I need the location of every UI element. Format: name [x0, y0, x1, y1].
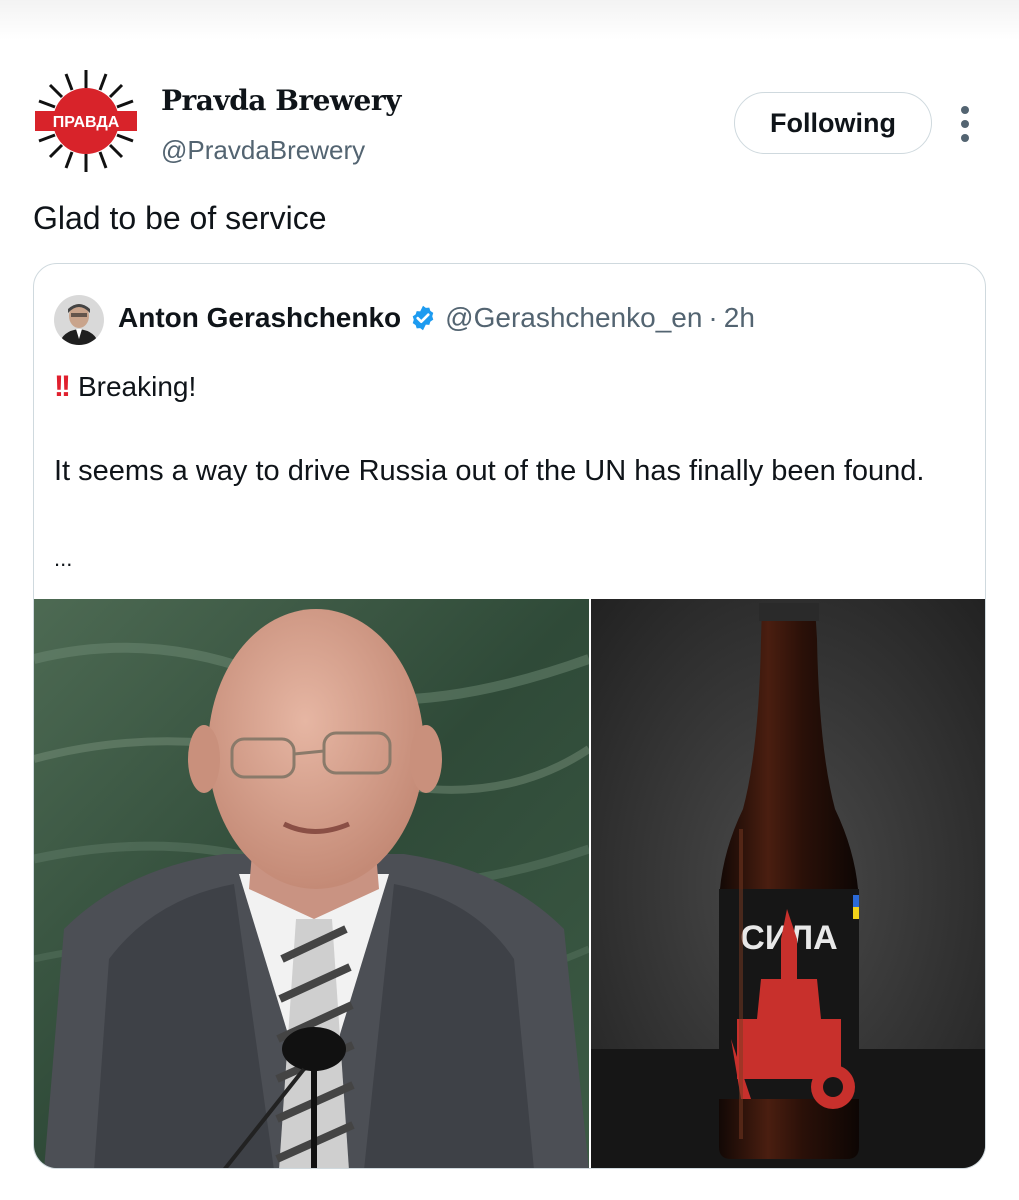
quoted-post-time[interactable]: 2h	[724, 302, 755, 334]
pravda-logo-icon: ПРАВДА	[35, 70, 137, 172]
author-handle[interactable]: @PravdaBrewery	[161, 135, 365, 166]
quoted-post-body: It seems a way to drive Russia out of th…	[54, 455, 925, 487]
quoted-post-first-line: !! Breaking!	[54, 370, 196, 404]
quoted-post-card[interactable]: Anton Gerashchenko @Gerashchenko_en · 2h…	[33, 263, 986, 1169]
quoted-post-header: Anton Gerashchenko @Gerashchenko_en · 2h	[118, 302, 755, 334]
separator-dot: ·	[708, 302, 718, 333]
author-name[interactable]: Pravda Brewery	[161, 84, 401, 117]
verified-badge-icon	[412, 305, 434, 331]
quoted-author-name[interactable]: Anton Gerashchenko	[118, 302, 401, 334]
quoted-post-ellipsis: ...	[54, 546, 73, 571]
author-avatar[interactable]: ПРАВДА	[33, 68, 139, 174]
double-exclamation-icon: !!	[54, 370, 71, 403]
top-fade	[0, 0, 1019, 40]
following-button[interactable]: Following	[734, 92, 932, 154]
post-text: Glad to be of service	[33, 200, 327, 236]
breaking-text: Breaking!	[77, 371, 197, 402]
photo-man-at-un[interactable]	[34, 599, 589, 1168]
photo-beer-bottle[interactable]: СИЛА	[591, 599, 985, 1168]
more-vertical-icon[interactable]	[955, 104, 975, 144]
logo-text: ПРАВДА	[53, 114, 120, 131]
quoted-author-handle[interactable]: @Gerashchenko_en	[445, 302, 702, 334]
quoted-author-avatar[interactable]	[54, 295, 104, 345]
